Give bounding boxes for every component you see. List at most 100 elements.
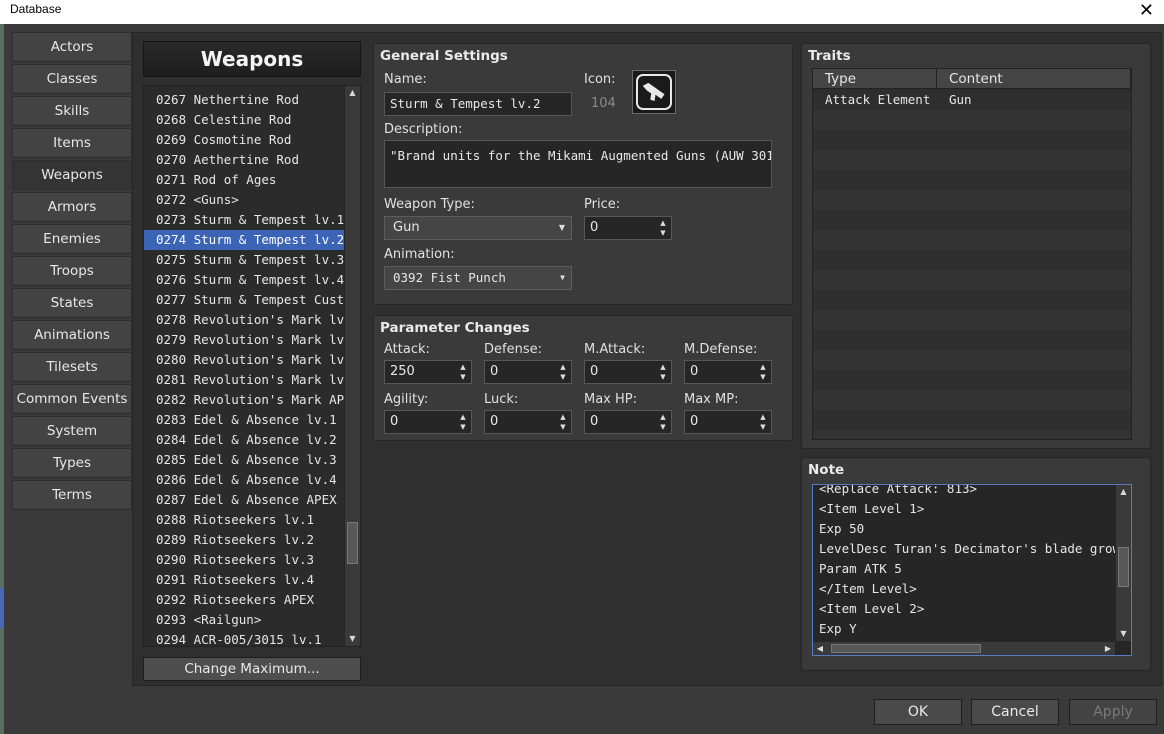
list-item[interactable]: 0287 Edel & Absence APEX	[144, 490, 346, 510]
nav-item-states[interactable]: States	[12, 288, 132, 318]
nav-item-terms[interactable]: Terms	[12, 480, 132, 510]
list-item[interactable]: 0288 Riotseekers lv.1	[144, 510, 346, 530]
note-scrollbar[interactable]: ▲ ▼	[1115, 485, 1131, 641]
list-item[interactable]: 0268 Celestine Rod	[144, 110, 346, 130]
animation-label: Animation:	[384, 247, 455, 262]
list-item[interactable]: 0275 Sturm & Tempest lv.3	[144, 250, 346, 270]
nav-item-items[interactable]: Items	[12, 128, 132, 158]
nav-item-skills[interactable]: Skills	[12, 96, 132, 126]
param-spinbox[interactable]: 0 ▲ ▼	[384, 410, 472, 434]
list-item[interactable]: 0278 Revolution's Mark lv.1	[144, 310, 346, 330]
weapon-list-scrollbar[interactable]: ▲ ▼	[344, 86, 360, 646]
param-spinbox[interactable]: 0 ▲ ▼	[484, 410, 572, 434]
traits-table[interactable]: Type Content Attack Element Gun	[812, 68, 1132, 440]
nav-item-tilesets[interactable]: Tilesets	[12, 352, 132, 382]
list-item[interactable]: 0267 Nethertine Rod	[144, 90, 346, 110]
spinner-arrows-icon[interactable]: ▲ ▼	[458, 362, 468, 382]
spinner-arrows-icon[interactable]: ▲ ▼	[558, 362, 568, 382]
column-type[interactable]: Type	[813, 69, 937, 89]
name-input[interactable]: Sturm & Tempest lv.2	[384, 92, 572, 116]
cancel-button[interactable]: Cancel	[971, 699, 1059, 725]
list-item[interactable]: 0284 Edel & Absence lv.2	[144, 430, 346, 450]
icon-index: 104	[591, 96, 616, 111]
list-item[interactable]: 0279 Revolution's Mark lv.2	[144, 330, 346, 350]
list-item[interactable]: 0272 <Guns>	[144, 190, 346, 210]
general-settings-group: General Settings Name: Sturm & Tempest l…	[373, 43, 793, 305]
nav-item-common-events[interactable]: Common Events	[12, 384, 132, 414]
list-item[interactable]: 0283 Edel & Absence lv.1	[144, 410, 346, 430]
description-input[interactable]: "Brand units for the Mikami Augmented Gu…	[384, 140, 772, 188]
list-item[interactable]: 0286 Edel & Absence lv.4	[144, 470, 346, 490]
param-label: Attack:	[384, 342, 430, 357]
list-item[interactable]: 0281 Revolution's Mark lv.4	[144, 370, 346, 390]
nav-item-classes[interactable]: Classes	[12, 64, 132, 94]
change-maximum-button[interactable]: Change Maximum...	[143, 657, 361, 681]
list-item[interactable]: 0289 Riotseekers lv.2	[144, 530, 346, 550]
param-label: Agility:	[384, 392, 429, 407]
weapon-type-select[interactable]: Gun ▼	[384, 216, 572, 240]
nav-item-system[interactable]: System	[12, 416, 132, 446]
close-icon[interactable]: ✕	[1139, 0, 1154, 21]
scroll-up-icon[interactable]: ▲	[345, 86, 360, 100]
list-item[interactable]: 0290 Riotseekers lv.3	[144, 550, 346, 570]
param-spinbox[interactable]: 0 ▲ ▼	[484, 360, 572, 384]
note-line: <Item Level 1>	[819, 501, 925, 516]
nav-item-weapons[interactable]: Weapons	[12, 160, 132, 190]
table-row[interactable]: Attack Element Gun	[813, 90, 1131, 110]
nav-item-armors[interactable]: Armors	[12, 192, 132, 222]
spinner-arrows-icon[interactable]: ▲ ▼	[658, 362, 668, 382]
list-item[interactable]: 0294 ACR-005/3015 lv.1	[144, 630, 346, 646]
nav-item-troops[interactable]: Troops	[12, 256, 132, 286]
note-textarea[interactable]: <Replace Attack: 813> <Item Level 1> Exp 5…	[812, 484, 1132, 656]
scroll-thumb[interactable]	[831, 644, 981, 653]
list-item[interactable]: 0291 Riotseekers lv.4	[144, 570, 346, 590]
group-title: General Settings	[380, 48, 508, 64]
spinner-arrows-icon[interactable]: ▲ ▼	[758, 362, 768, 382]
scroll-down-icon[interactable]: ▼	[345, 632, 360, 646]
nav-item-enemies[interactable]: Enemies	[12, 224, 132, 254]
scroll-thumb[interactable]	[1118, 547, 1129, 587]
list-item[interactable]: 0270 Aethertine Rod	[144, 150, 346, 170]
param-value: 0	[490, 364, 499, 379]
param-spinbox[interactable]: 0 ▲ ▼	[684, 360, 772, 384]
spinner-arrows-icon[interactable]: ▲ ▼	[658, 412, 668, 432]
list-item[interactable]: 0274 Sturm & Tempest lv.2	[144, 230, 346, 250]
list-item[interactable]: 0292 Riotseekers APEX	[144, 590, 346, 610]
nav-item-types[interactable]: Types	[12, 448, 132, 478]
list-item[interactable]: 0269 Cosmotine Rod	[144, 130, 346, 150]
param-spinbox[interactable]: 0 ▲ ▼	[684, 410, 772, 434]
param-value: 0	[590, 364, 599, 379]
scroll-down-icon[interactable]: ▼	[1116, 627, 1131, 641]
list-item[interactable]: 0282 Revolution's Mark APEX	[144, 390, 346, 410]
list-item[interactable]: 0285 Edel & Absence lv.3	[144, 450, 346, 470]
nav-item-actors[interactable]: Actors	[12, 32, 132, 62]
list-item[interactable]: 0273 Sturm & Tempest lv.1	[144, 210, 346, 230]
price-spinbox[interactable]: 0 ▲ ▼	[584, 216, 672, 240]
nav-item-animations[interactable]: Animations	[12, 320, 132, 350]
scroll-up-icon[interactable]: ▲	[1116, 485, 1131, 499]
price-label: Price:	[584, 197, 621, 212]
note-horizontal-scrollbar[interactable]: ◀ ▶	[813, 641, 1115, 655]
list-item[interactable]: 0271 Rod of Ages	[144, 170, 346, 190]
scroll-thumb[interactable]	[347, 522, 358, 564]
apply-button[interactable]: Apply	[1069, 699, 1157, 725]
scroll-left-icon[interactable]: ◀	[813, 642, 827, 655]
ok-button[interactable]: OK	[874, 699, 962, 725]
spinner-arrows-icon[interactable]: ▲ ▼	[558, 412, 568, 432]
spinner-arrows-icon[interactable]: ▲ ▼	[758, 412, 768, 432]
list-item[interactable]: 0277 Sturm & Tempest Custom	[144, 290, 346, 310]
list-item[interactable]: 0276 Sturm & Tempest lv.4	[144, 270, 346, 290]
scroll-right-icon[interactable]: ▶	[1101, 642, 1115, 655]
icon-picker[interactable]	[632, 70, 676, 114]
param-spinbox[interactable]: 250 ▲ ▼	[384, 360, 472, 384]
param-spinbox[interactable]: 0 ▲ ▼	[584, 410, 672, 434]
animation-select[interactable]: 0392 Fist Punch ▼	[384, 266, 572, 290]
spinner-arrows-icon[interactable]: ▲ ▼	[658, 218, 668, 238]
column-content[interactable]: Content	[937, 69, 1131, 89]
list-item[interactable]: 0280 Revolution's Mark lv.3	[144, 350, 346, 370]
chevron-down-icon: ▼	[558, 223, 565, 232]
spinner-arrows-icon[interactable]: ▲ ▼	[458, 412, 468, 432]
param-spinbox[interactable]: 0 ▲ ▼	[584, 360, 672, 384]
list-item[interactable]: 0293 <Railgun>	[144, 610, 346, 630]
weapon-list[interactable]: 0267 Nethertine Rod 0268 Celestine Rod 026…	[143, 85, 361, 647]
